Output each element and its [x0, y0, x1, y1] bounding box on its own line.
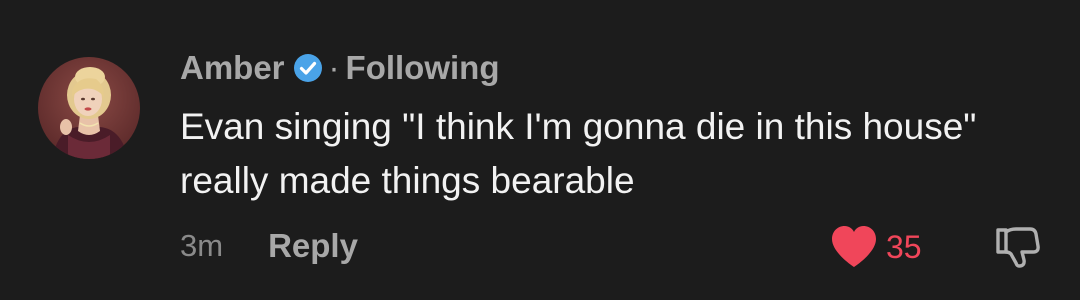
- author-avatar[interactable]: [38, 57, 140, 159]
- comment-timestamp: 3m: [180, 228, 224, 263]
- reply-button[interactable]: Reply: [268, 227, 358, 265]
- verified-badge-icon: [293, 53, 323, 83]
- thumbs-down-icon[interactable]: [992, 222, 1042, 272]
- heart-icon: [830, 225, 878, 269]
- like-count: 35: [886, 228, 922, 265]
- comment-header: Amber · Following: [180, 46, 500, 90]
- avatar-illustration: [38, 57, 140, 159]
- comment-text: Evan singing "I think I'm gonna die in t…: [180, 106, 977, 201]
- comment-item: Amber · Following Evan singing "I think …: [0, 0, 1080, 300]
- author-name[interactable]: Amber: [180, 49, 285, 87]
- following-status: Following: [345, 49, 500, 86]
- like-button[interactable]: 35: [830, 222, 922, 272]
- comment-footer: 3m Reply: [180, 222, 358, 270]
- header-separator: ·: [328, 49, 340, 86]
